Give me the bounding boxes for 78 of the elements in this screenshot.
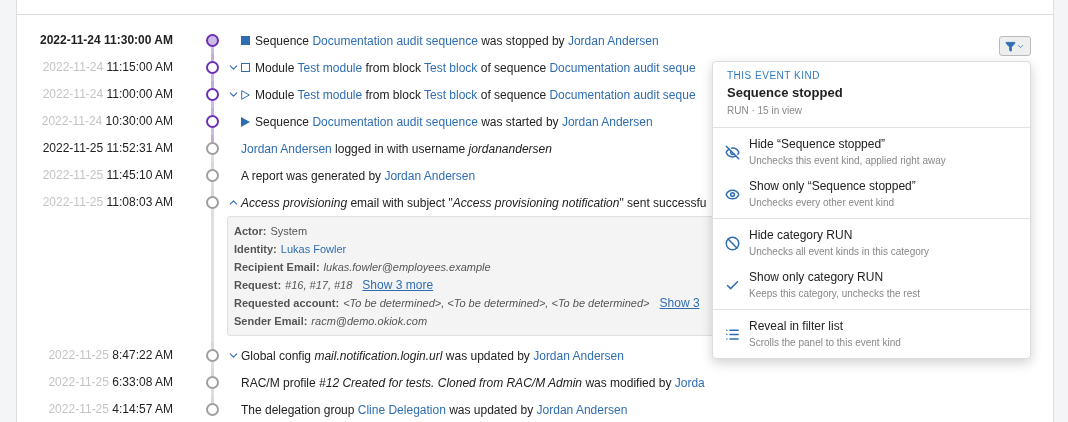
show-more-link[interactable]: Show 3 more: [362, 277, 434, 293]
play-icon: [241, 116, 250, 127]
event-description: Sequence Documentation audit sequence was started by Jordan Andersen: [255, 113, 653, 131]
detail-label: Requested account:: [234, 296, 340, 311]
event-timestamp: 2022-11-24 11:15:00 AM: [41, 59, 173, 76]
menu-item-hint: Keeps this category, unchecks the rest: [749, 287, 920, 301]
menu-item-hint: Unchecks all event kinds in this category: [749, 245, 930, 259]
menu-title: Sequence stopped: [727, 84, 844, 102]
event-link[interactable]: Jordan Andersen: [536, 402, 628, 417]
event-link[interactable]: Documentation audit sequence: [312, 114, 478, 129]
menu-item[interactable]: Hide “Sequence stopped” Unchecks this event kind, applied right away: [713, 131, 1030, 173]
event-timestamp: 2022-11-25 4:14:57 AM: [47, 401, 173, 418]
menu-eyebrow: THIS EVENT KIND: [727, 69, 821, 83]
event-description: Module Test module from block Test block of sequence Documentation audit seque: [255, 59, 696, 77]
event-timestamp: 2022-11-25 11:08:03 AM: [41, 194, 173, 211]
event-link[interactable]: Documentation audit seque: [549, 60, 696, 75]
filled-square-icon: [241, 36, 250, 45]
event-description: Access provisioning email with subject "Access provisioning notification" sent successfu: [241, 194, 707, 212]
event-link[interactable]: Jorda: [674, 375, 705, 390]
detail-value: <To be determined>, <To be determined>, <To be determined>: [343, 296, 650, 311]
menu-item[interactable]: Show only category RUN Keeps this category, unchecks the rest: [713, 264, 1030, 306]
event-link[interactable]: Test block: [424, 87, 478, 102]
menu-item-hint: Unchecks this event kind, applied right away: [749, 154, 946, 168]
event-link[interactable]: Jordan Andersen: [241, 141, 332, 156]
event-description: The delegation group Cline Delegation was updated by Jordan Andersen: [241, 401, 628, 419]
event-description: Module Test module from block Test block of sequence Documentation audit seque: [255, 86, 696, 104]
event-description: Jordan Andersen logged in with username jordanandersen: [241, 140, 552, 158]
event-link[interactable]: Documentation audit seque: [549, 87, 696, 102]
menu-item[interactable]: Show only “Sequence stopped” Unchecks every other event kind: [713, 173, 1030, 215]
menu-item-hint: Unchecks every other event kind: [749, 196, 896, 210]
detail-label: Identity:: [234, 242, 277, 257]
event-link[interactable]: Test module: [297, 60, 363, 75]
event-link[interactable]: Jordan Andersen: [533, 348, 624, 363]
menu-item[interactable]: Hide category RUN Unchecks all event kinds in this category: [713, 222, 1030, 264]
detail-label: Sender Email:: [234, 314, 308, 329]
filter-dropdown-button[interactable]: [999, 36, 1031, 56]
show-more-link[interactable]: Show 3: [659, 295, 700, 311]
event-link[interactable]: Jordan Andersen: [567, 33, 659, 48]
event-description: Sequence Documentation audit sequence was stopped by Jordan Andersen: [255, 32, 659, 50]
eye-icon: [725, 186, 740, 202]
prohibited-icon: [725, 235, 740, 251]
event-timestamp: 2022-11-24 11:30:00 AM: [39, 32, 173, 49]
menu-item[interactable]: Reveal in filter list Scrolls the panel to this event kind: [713, 313, 1030, 355]
event-link[interactable]: Jordan Andersen: [561, 114, 653, 129]
event-link[interactable]: Cline Delegation: [357, 402, 446, 417]
detail-label: Request:: [234, 278, 282, 293]
event-description: Global config mail.notification.login.url was updated by Jordan Andersen: [241, 347, 624, 365]
detail-label: Recipient Email:: [234, 260, 320, 275]
detail-value: System: [270, 224, 308, 239]
event-description: A report was generated by Jordan Andersen: [241, 167, 476, 185]
detail-link[interactable]: Lukas Fowler: [280, 241, 347, 257]
list-icon: [725, 326, 740, 342]
menu-subtitle: RUN · 15 in view: [727, 104, 804, 118]
event-timestamp: 2022-11-25 6:33:08 AM: [47, 374, 173, 391]
event-description: RAC/M profile #12 Created for tests. Cloned from RAC/M Admin was modified by Jorda: [241, 374, 705, 392]
event-timestamp: 2022-11-25 11:52:31 AM: [41, 140, 173, 157]
event-timestamp: 2022-11-24 11:00:00 AM: [41, 86, 173, 103]
square-outline-icon: [241, 63, 250, 72]
event-link[interactable]: Test module: [297, 87, 363, 102]
menu-item-title: Show only “Sequence stopped”: [749, 178, 916, 195]
menu-item-hint: Scrolls the panel to this event kind: [749, 336, 901, 350]
funnel-icon: [1005, 40, 1016, 52]
event-link[interactable]: Documentation audit sequence: [312, 33, 478, 48]
detail-value: lukas.fowler@employees.example: [323, 260, 491, 275]
event-link[interactable]: Test block: [424, 60, 478, 75]
event-timestamp: 2022-11-24 10:30:00 AM: [40, 113, 173, 130]
event-timestamp: 2022-11-25 11:45:10 AM: [41, 167, 173, 184]
menu-item-title: Show only category RUN: [749, 269, 885, 286]
hidden-eye-icon: [725, 144, 740, 160]
menu-item-title: Hide “Sequence stopped”: [749, 136, 887, 153]
detail-value: racm@demo.okiok.com: [311, 314, 428, 329]
event-timestamp: 2022-11-25 8:47:22 AM: [47, 347, 173, 364]
menu-item-title: Reveal in filter list: [749, 318, 845, 335]
menu-item-title: Hide category RUN: [749, 227, 854, 244]
detail-label: Actor:: [234, 224, 267, 239]
play-outline-icon: [241, 89, 250, 100]
detail-value: #16, #17, #18: [285, 278, 353, 293]
event-link[interactable]: Jordan Andersen: [384, 168, 476, 183]
